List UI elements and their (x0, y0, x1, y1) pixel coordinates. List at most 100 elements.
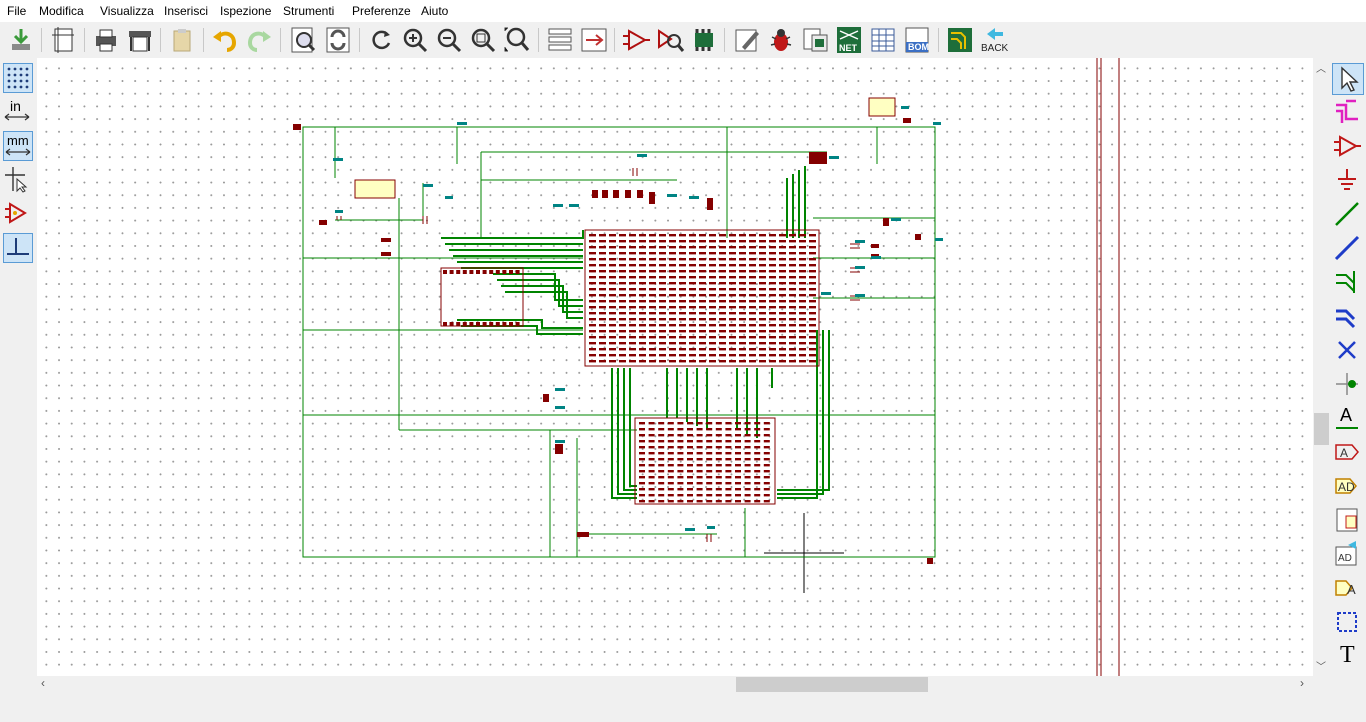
erc-button[interactable] (766, 25, 796, 55)
highlight-net-button[interactable] (1332, 97, 1364, 129)
add-power-button[interactable] (1332, 165, 1364, 197)
scroll-right-arrow[interactable]: › (1300, 676, 1304, 690)
select-tool-button[interactable] (1332, 63, 1364, 95)
scroll-down-arrow[interactable]: ﹀ (1316, 658, 1326, 673)
wire-angle-button[interactable] (3, 233, 33, 263)
zoom-fit-button[interactable] (468, 25, 498, 55)
menu-inserisci[interactable]: Inserisci (164, 4, 208, 18)
pin-mark (679, 240, 686, 243)
symbol-browser-button[interactable] (655, 25, 685, 55)
pin-mark (639, 488, 645, 491)
add-no-connect-button[interactable] (1332, 335, 1364, 367)
vertical-scroll-thumb[interactable] (1314, 413, 1329, 445)
pin-mark (648, 488, 655, 491)
annotate-button[interactable] (732, 25, 762, 55)
pin-mark (706, 458, 713, 461)
add-hierarchical-label-button[interactable]: AD (1332, 471, 1364, 503)
units-inches-button[interactable]: in (3, 97, 33, 127)
field-editor-button[interactable] (868, 25, 898, 55)
pin-mark (729, 294, 736, 297)
import-sheet-pin-button[interactable]: AD (1332, 539, 1364, 571)
add-graphic-lines-button[interactable] (1332, 607, 1364, 639)
pin-mark (649, 360, 656, 363)
pin-mark (763, 500, 770, 503)
pin-mark (589, 258, 596, 261)
footprint-assign-button[interactable] (689, 25, 719, 55)
pin-mark (739, 360, 746, 363)
add-symbol-button[interactable] (1332, 131, 1364, 163)
pin-mark (709, 240, 716, 243)
vertical-scrollbar[interactable]: ︿ ﹀ (1313, 58, 1330, 676)
menu-strumenti[interactable]: Strumenti (283, 4, 334, 18)
undo-button[interactable] (210, 25, 240, 55)
add-junction-button[interactable] (1332, 369, 1364, 401)
menu-ispezione[interactable]: Ispezione (220, 4, 271, 18)
scroll-left-arrow[interactable]: ‹ (41, 676, 45, 690)
pin-mark (629, 234, 636, 237)
pin-mark (649, 276, 656, 279)
pin-mark (725, 446, 732, 449)
menu-aiuto[interactable]: Aiuto (421, 4, 448, 18)
highlight-net-icon (1336, 99, 1358, 123)
zoom-in-button[interactable] (400, 25, 430, 55)
bom-button[interactable]: BOM (902, 25, 932, 55)
add-text-button[interactable]: T (1332, 641, 1364, 673)
pin-mark (639, 458, 645, 461)
bus-definitions-button[interactable] (800, 25, 830, 55)
add-global-label-button[interactable]: A (1332, 437, 1364, 469)
add-sheet-button[interactable] (1332, 505, 1364, 537)
pin-mark (809, 264, 816, 267)
add-sheet-pin-button[interactable]: A (1332, 573, 1364, 605)
menu-modifica[interactable]: Modifica (39, 4, 84, 18)
back-annotate-button[interactable]: BACK (979, 25, 1009, 55)
units-mm-button[interactable]: mm (3, 131, 33, 161)
leave-sheet-button[interactable] (579, 25, 609, 55)
netlist-button[interactable]: NET (834, 25, 864, 55)
schematic-canvas[interactable] (37, 58, 1313, 676)
zoom-selection-button[interactable] (502, 25, 532, 55)
pin-mark (589, 234, 596, 237)
cursor-shape-button[interactable] (3, 165, 33, 195)
pin-mark (754, 470, 761, 473)
save-button[interactable] (6, 25, 36, 55)
find-button[interactable] (288, 25, 318, 55)
horizontal-scroll-thumb[interactable] (736, 677, 928, 692)
pin-mark (759, 234, 766, 237)
symbol-editor-button[interactable] (621, 25, 651, 55)
print-button[interactable] (91, 25, 121, 55)
hidden-pins-button[interactable] (3, 199, 33, 229)
pin-mark (669, 264, 676, 267)
pin-mark (729, 312, 736, 315)
scroll-up-arrow[interactable]: ︿ (1316, 60, 1326, 75)
pin-mark (715, 500, 722, 503)
paste-button[interactable] (167, 25, 197, 55)
hierarchy-navigator-button[interactable] (545, 25, 575, 55)
pin-mark (769, 360, 776, 363)
page-settings-button[interactable] (48, 25, 78, 55)
pin-mark (687, 500, 693, 503)
pin-mark (729, 282, 736, 285)
redo-button[interactable] (244, 25, 274, 55)
add-bus-button[interactable] (1332, 233, 1364, 265)
pin-mark (735, 452, 741, 455)
pin-mark (658, 452, 665, 455)
pin-mark (779, 330, 786, 333)
find-replace-button[interactable] (323, 25, 353, 55)
pin-mark (739, 258, 746, 261)
add-wire-button[interactable] (1332, 199, 1364, 231)
add-bus-entry-button[interactable] (1332, 301, 1364, 333)
add-wire-entry-button[interactable] (1332, 267, 1364, 299)
zoom-out-button[interactable] (434, 25, 464, 55)
plot-button[interactable] (125, 25, 155, 55)
menu-visualizza[interactable]: Visualizza (100, 4, 154, 18)
pin-mark (729, 240, 736, 243)
menu-preferenze[interactable]: Preferenze (352, 4, 411, 18)
refresh-button[interactable] (366, 25, 396, 55)
add-label-button[interactable]: A (1332, 403, 1364, 435)
horizontal-scrollbar[interactable]: ‹ › (37, 676, 1313, 693)
pcbnew-button[interactable] (945, 25, 975, 55)
grid-toggle-button[interactable] (3, 63, 33, 93)
menu-file[interactable]: File (7, 4, 26, 18)
pin-mark (629, 270, 636, 273)
pin-mark (739, 240, 746, 243)
